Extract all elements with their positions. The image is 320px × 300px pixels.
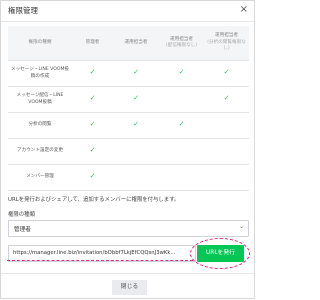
check-icon: ✓ bbox=[89, 68, 96, 77]
check-icon: ✓ bbox=[223, 94, 230, 103]
permission-label: メンバー管理 bbox=[8, 164, 72, 191]
permission-cell bbox=[159, 138, 204, 165]
header-operator-no-analytics: 運用担当者 (分析の閲覧権限なし) bbox=[204, 26, 249, 61]
footer-divider bbox=[1, 273, 254, 274]
check-icon: ✓ bbox=[133, 94, 139, 103]
issue-button-highlight bbox=[190, 238, 250, 269]
permission-cell bbox=[204, 138, 249, 165]
permission-cell: ✓ bbox=[113, 60, 159, 87]
permission-label: メッセージ配信・LINE VOOM投稿 bbox=[8, 86, 72, 113]
table-header-row: 権限の種類 管理者 運用担当者 運用担当者 (配信権限なし) 運用担当者 (分析の閲… bbox=[8, 26, 249, 61]
permission-cell: ✓ bbox=[72, 138, 113, 165]
permission-label: アカウント設定の変更 bbox=[8, 138, 72, 165]
table-row: 分析の閲覧 ✓ ✓ ✓ bbox=[8, 112, 249, 139]
permission-cell: ✓ bbox=[159, 112, 204, 139]
permission-cell: ✓ bbox=[204, 86, 249, 113]
table-row: メッセージ・LINE VOOM投稿の作成 ✓ ✓ ✓ ✓ bbox=[8, 60, 249, 87]
header-operator: 運用担当者 bbox=[113, 26, 159, 61]
check-icon: ✓ bbox=[178, 120, 185, 129]
dialog-header: 権限管理 × bbox=[1, 1, 254, 22]
header-permission-type: 権限の種類 bbox=[8, 26, 72, 61]
permission-cell: ✓ bbox=[72, 86, 113, 113]
permission-cell bbox=[113, 164, 159, 191]
check-icon: ✓ bbox=[178, 68, 185, 77]
permission-cell bbox=[204, 112, 249, 139]
table-row: メンバー管理 ✓ bbox=[8, 164, 249, 191]
check-icon: ✓ bbox=[133, 120, 139, 129]
permission-cell: ✓ bbox=[72, 60, 113, 87]
table-row: アカウント設定の変更 ✓ bbox=[8, 138, 249, 165]
permission-label: 分析の閲覧 bbox=[8, 112, 72, 139]
permission-cell bbox=[204, 164, 249, 191]
permission-cell: ✓ bbox=[72, 164, 113, 191]
check-icon: ✓ bbox=[89, 146, 96, 155]
permission-cell bbox=[113, 138, 159, 165]
permission-cell: ✓ bbox=[72, 112, 113, 139]
invite-description: URLを発行およびシェアして、追加するメンバーに権限を付与します。 bbox=[8, 197, 180, 203]
table-row: メッセージ配信・LINE VOOM投稿 ✓ ✓ ✓ bbox=[8, 86, 249, 113]
check-icon: ✓ bbox=[223, 68, 230, 77]
permission-table: 権限の種類 管理者 運用担当者 運用担当者 (配信権限なし) 運用担当者 (分析の閲… bbox=[8, 26, 249, 191]
dialog-title: 権限管理 bbox=[8, 6, 38, 15]
close-icon[interactable]: × bbox=[240, 3, 248, 17]
permission-cell: ✓ bbox=[204, 60, 249, 87]
permission-cell: ✓ bbox=[159, 60, 204, 87]
close-button[interactable]: 閉じる bbox=[112, 280, 147, 295]
permission-cell: ✓ bbox=[113, 86, 159, 113]
header-admin: 管理者 bbox=[72, 26, 113, 61]
permission-label: メッセージ・LINE VOOM投稿の作成 bbox=[8, 60, 72, 87]
invitation-url-text: https://manager.line.biz/invitation/bObb… bbox=[13, 250, 176, 256]
chevron-down-icon: ⌄ bbox=[238, 223, 244, 230]
role-select[interactable]: 管理者 ⌄ bbox=[8, 220, 249, 237]
check-icon: ✓ bbox=[133, 68, 139, 77]
permission-cell bbox=[159, 86, 204, 113]
role-select-label: 権限の種類 bbox=[8, 212, 35, 218]
check-icon: ✓ bbox=[89, 120, 96, 129]
permission-cell bbox=[159, 164, 204, 191]
permission-cell: ✓ bbox=[113, 112, 159, 139]
check-icon: ✓ bbox=[89, 172, 96, 181]
role-select-value: 管理者 bbox=[14, 227, 31, 233]
check-icon: ✓ bbox=[89, 94, 96, 103]
permission-dialog: 権限管理 × 権限の種類 管理者 運用担当者 運用担当者 (配信権限なし) 運用担… bbox=[0, 0, 255, 299]
header-operator-no-broadcast: 運用担当者 (配信権限なし) bbox=[159, 26, 204, 61]
url-highlight-underline bbox=[7, 260, 193, 261]
